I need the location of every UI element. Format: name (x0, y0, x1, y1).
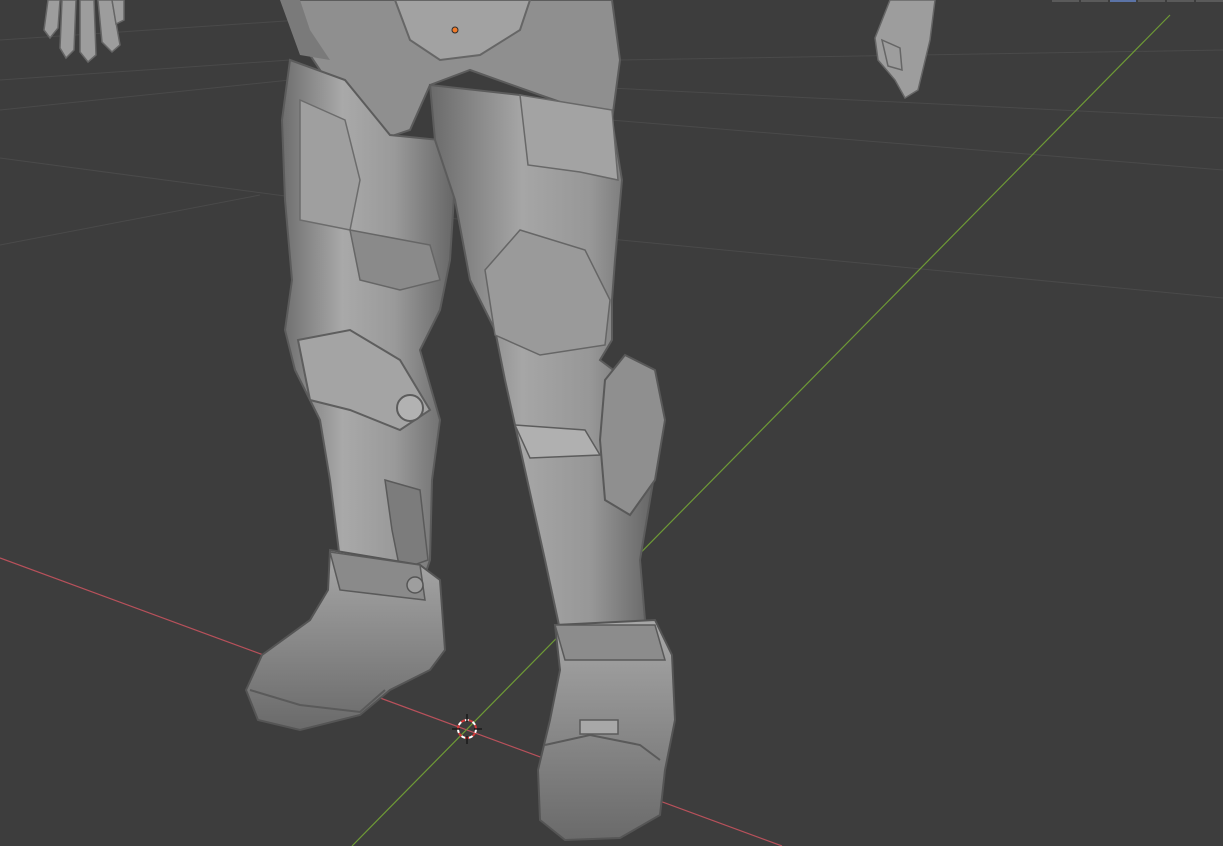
object-origin-dot (451, 26, 459, 34)
left-hand-mesh (43, 0, 125, 64)
scene-render (0, 0, 1223, 846)
right-hand-mesh (874, 0, 936, 100)
left-boot-mesh (244, 548, 447, 732)
right-boot-mesh (536, 618, 677, 842)
left-leg-mesh (280, 58, 457, 592)
right-leg-mesh (428, 83, 667, 642)
3d-viewport[interactable] (0, 0, 1223, 846)
